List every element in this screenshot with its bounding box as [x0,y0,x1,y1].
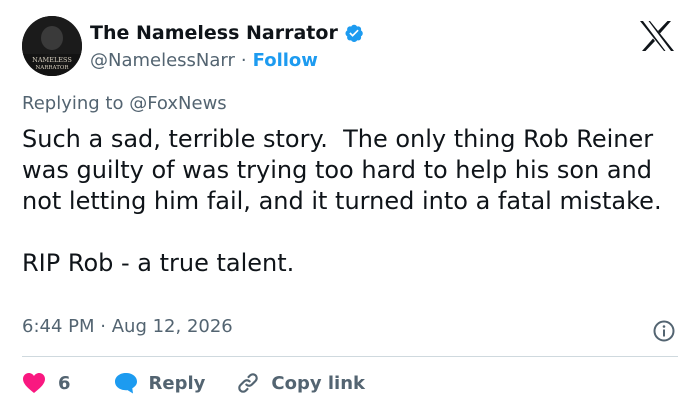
author-handle-row: @NamelessNarr · Follow [90,48,318,72]
author-display-name[interactable]: The Nameless Narrator [90,22,338,44]
copy-link-button[interactable]: Copy link [235,370,365,396]
author-handle[interactable]: @NamelessNarr [90,50,235,71]
tweet-time: 6:44 PM [22,316,95,337]
separator-dot: · [100,316,106,337]
embedded-tweet-card: NAMELESS NARRATOR The Nameless Narrator … [0,0,700,410]
reply-label: Reply [148,372,206,394]
divider [22,356,678,357]
link-icon [238,373,259,393]
separator-dot: · [240,49,247,71]
verified-badge-icon [344,23,364,43]
action-bar: 6 Reply Copy link [22,366,365,400]
reply-button[interactable]: Reply [113,371,206,395]
copy-link-label: Copy link [271,372,365,394]
replying-to-mention[interactable]: @FoxNews [129,93,226,114]
avatar-text-line2: NARRATOR [35,65,69,71]
info-icon[interactable] [652,319,676,343]
heart-icon [23,373,45,393]
tweet-timestamp[interactable]: 6:44 PM · Aug 12, 2026 [22,316,233,337]
avatar-text-line1: NAMELESS [32,56,72,64]
author-name-row: The Nameless Narrator [90,20,364,46]
follow-button[interactable]: Follow [253,50,318,71]
speech-bubble-icon [114,373,137,394]
x-logo-icon[interactable] [638,20,676,52]
replying-to: Replying to @FoxNews [22,93,227,114]
like-count: 6 [58,372,71,394]
tweet-text: Such a sad, terrible story. The only thi… [22,125,662,277]
replying-to-prefix: Replying to [22,93,124,114]
avatar-image: NAMELESS NARRATOR [22,16,82,76]
like-button[interactable]: 6 [22,372,71,394]
tweet-date: Aug 12, 2026 [111,316,233,337]
avatar[interactable]: NAMELESS NARRATOR [22,16,82,76]
